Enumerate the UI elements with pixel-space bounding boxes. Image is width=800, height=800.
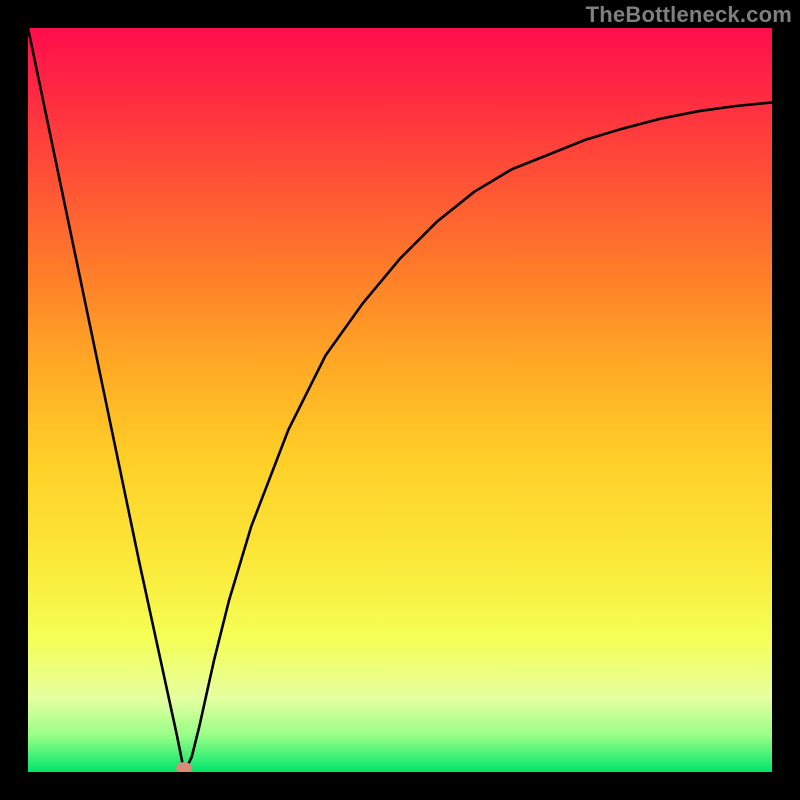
- plot-area: [28, 28, 772, 772]
- minimum-marker: [176, 762, 192, 772]
- curve-path: [28, 28, 772, 772]
- watermark-link[interactable]: TheBottleneck.com: [586, 2, 792, 28]
- curve-svg: [28, 28, 772, 772]
- chart-container: TheBottleneck.com: [0, 0, 800, 800]
